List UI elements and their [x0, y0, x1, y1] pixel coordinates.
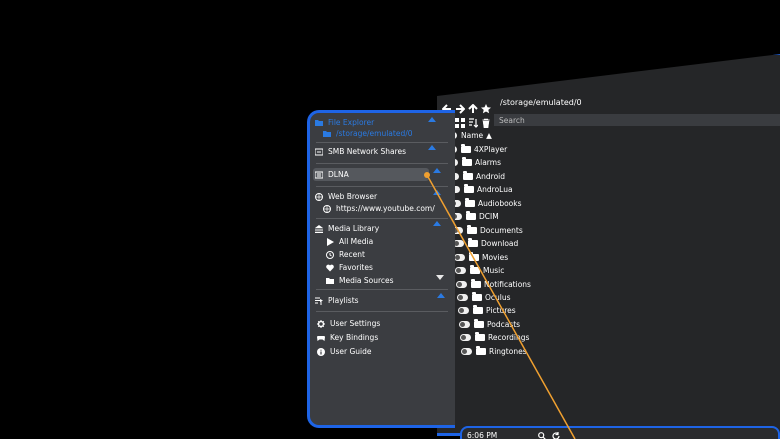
vr-workspace: /storage/emulated/0 Name ▲ 4XPlayerAlarm…: [0, 0, 780, 439]
laser-beam: [426, 174, 576, 439]
pointer-dot: [424, 172, 430, 178]
controller-laser-pointer: [424, 172, 576, 439]
